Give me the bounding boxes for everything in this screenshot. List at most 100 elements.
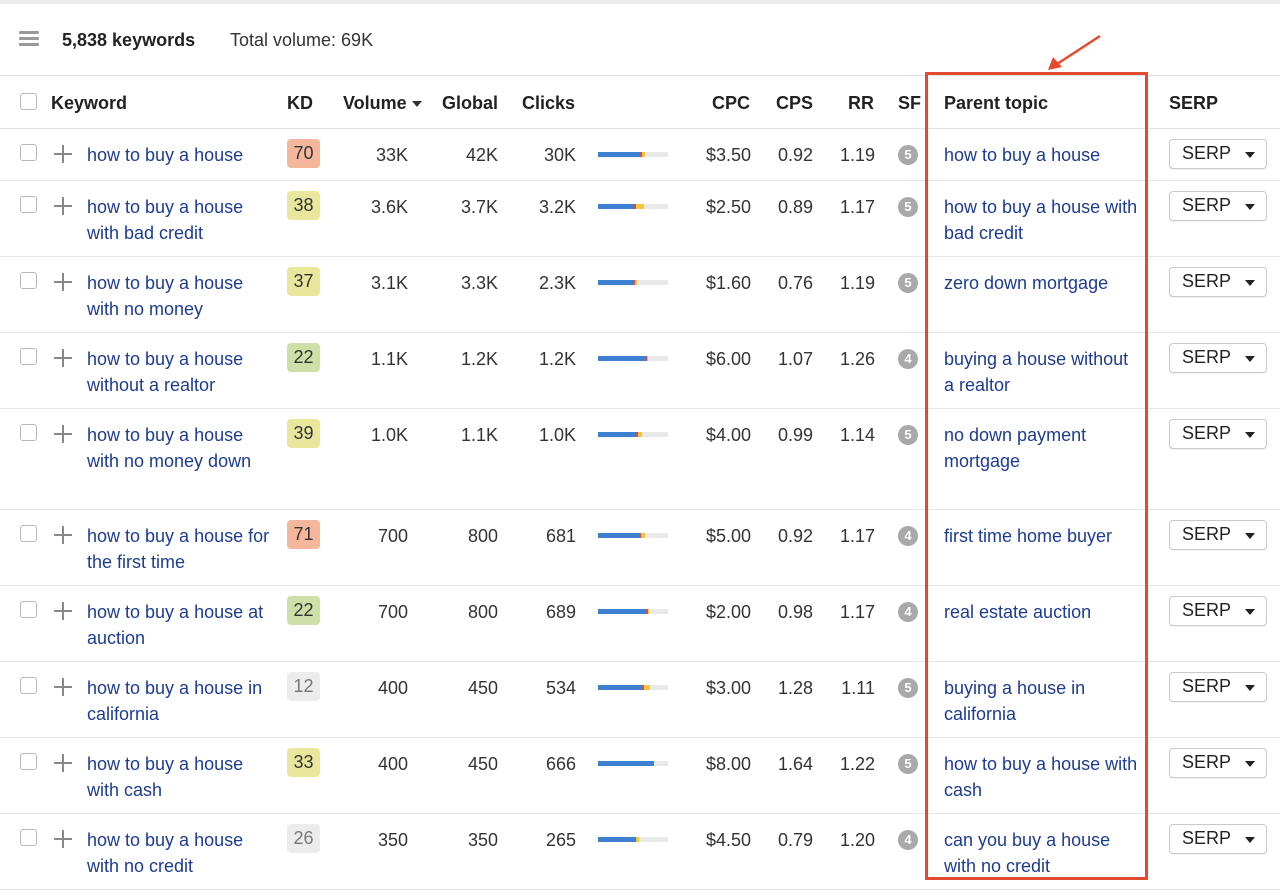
keyword-link[interactable]: how to buy a house with no credit	[87, 828, 272, 879]
plus-icon[interactable]	[54, 273, 72, 291]
plus-icon[interactable]	[54, 754, 72, 772]
serp-dropdown-button[interactable]: SERP	[1169, 748, 1267, 778]
plus-icon[interactable]	[54, 425, 72, 443]
serp-button-label: SERP	[1182, 828, 1232, 848]
serp-features-badge[interactable]: 5	[898, 273, 918, 293]
column-kd[interactable]: KD	[287, 93, 313, 114]
serp-features-badge[interactable]: 4	[898, 602, 918, 622]
column-global[interactable]: Global	[442, 93, 498, 114]
organic-clicks-segment	[598, 609, 646, 614]
serp-button-label: SERP	[1182, 676, 1232, 696]
serp-features-badge[interactable]: 5	[898, 754, 918, 774]
clicks-distribution-bar	[598, 761, 668, 766]
parent-topic-link[interactable]: buying a house without a realtor	[944, 347, 1139, 398]
rr-value: 1.20	[839, 830, 875, 850]
plus-icon[interactable]	[54, 197, 72, 215]
row-checkbox[interactable]	[20, 753, 37, 770]
keyword-link[interactable]: how to buy a house for the first time	[87, 524, 272, 575]
organic-clicks-segment	[598, 432, 636, 437]
serp-dropdown-button[interactable]: SERP	[1169, 139, 1267, 169]
plus-icon[interactable]	[54, 145, 72, 163]
row-checkbox[interactable]	[20, 196, 37, 213]
keyword-link[interactable]: how to buy a house with no money	[87, 271, 272, 322]
plus-icon[interactable]	[54, 526, 72, 544]
clicks-value: 689	[545, 602, 576, 622]
column-parent-topic[interactable]: Parent topic	[944, 93, 1048, 114]
keyword-link[interactable]: how to buy a house with no money down	[87, 423, 272, 474]
serp-features-badge[interactable]: 4	[898, 349, 918, 369]
serp-features-badge[interactable]: 4	[898, 526, 918, 546]
serp-features-badge[interactable]: 4	[898, 830, 918, 850]
clicks-value: 1.2K	[538, 349, 576, 369]
column-cps[interactable]: CPS	[776, 93, 813, 114]
parent-topic-link[interactable]: can you buy a house with no credit	[944, 828, 1139, 879]
select-all-checkbox[interactable]	[20, 93, 37, 110]
serp-dropdown-button[interactable]: SERP	[1169, 419, 1267, 449]
column-clicks[interactable]: Clicks	[522, 93, 575, 114]
column-volume[interactable]: Volume	[343, 93, 422, 114]
column-rr[interactable]: RR	[848, 93, 874, 114]
serp-dropdown-button[interactable]: SERP	[1169, 267, 1267, 297]
parent-topic-link[interactable]: how to buy a house with cash	[944, 752, 1139, 803]
keyword-link[interactable]: how to buy a house without a realtor	[87, 347, 272, 398]
column-sf[interactable]: SF	[898, 93, 921, 114]
serp-dropdown-button[interactable]: SERP	[1169, 191, 1267, 221]
global-value: 1.1K	[460, 425, 498, 445]
serp-button-label: SERP	[1182, 752, 1232, 772]
volume-value: 700	[377, 526, 408, 546]
parent-topic-link[interactable]: no down payment mortgage	[944, 423, 1139, 474]
table-row: how to buy a house with cash 33 400 450 666 $…	[0, 737, 1280, 814]
keyword-link[interactable]: how to buy a house in california	[87, 676, 272, 727]
global-value: 450	[467, 754, 498, 774]
parent-topic-link[interactable]: first time home buyer	[944, 524, 1139, 550]
rr-value: 1.14	[839, 425, 875, 445]
column-keyword[interactable]: Keyword	[51, 93, 127, 114]
keyword-link[interactable]: how to buy a house	[87, 143, 272, 169]
table-row: how to buy a house with no money down 39 1…	[0, 408, 1280, 510]
serp-button-label: SERP	[1182, 347, 1232, 367]
parent-topic-link[interactable]: how to buy a house with bad credit	[944, 195, 1139, 246]
row-checkbox[interactable]	[20, 601, 37, 618]
serp-dropdown-button[interactable]: SERP	[1169, 520, 1267, 550]
serp-features-badge[interactable]: 5	[898, 197, 918, 217]
row-checkbox[interactable]	[20, 829, 37, 846]
row-checkbox[interactable]	[20, 348, 37, 365]
parent-topic-link[interactable]: buying a house in california	[944, 676, 1139, 727]
cps-value: 0.92	[777, 145, 813, 165]
caret-down-icon	[1245, 761, 1255, 767]
kd-badge: 22	[287, 343, 320, 372]
serp-dropdown-button[interactable]: SERP	[1169, 672, 1267, 702]
plus-icon[interactable]	[54, 349, 72, 367]
organic-clicks-segment	[598, 533, 640, 538]
plus-icon[interactable]	[54, 830, 72, 848]
plus-icon[interactable]	[54, 678, 72, 696]
hamburger-icon[interactable]	[19, 31, 39, 47]
serp-dropdown-button[interactable]: SERP	[1169, 596, 1267, 626]
serp-features-badge[interactable]: 5	[898, 145, 918, 165]
keyword-link[interactable]: how to buy a house with bad credit	[87, 195, 272, 246]
parent-topic-link[interactable]: zero down mortgage	[944, 271, 1139, 297]
column-cpc[interactable]: CPC	[712, 93, 750, 114]
table-header: Keyword KD Volume Global Clicks CPC CPS …	[0, 75, 1280, 129]
row-checkbox[interactable]	[20, 677, 37, 694]
serp-features-badge[interactable]: 5	[898, 425, 918, 445]
keyword-link[interactable]: how to buy a house with cash	[87, 752, 272, 803]
row-checkbox[interactable]	[20, 424, 37, 441]
kd-badge: 22	[287, 596, 320, 625]
keyword-count: 5,838 keywords	[62, 30, 196, 50]
serp-dropdown-button[interactable]: SERP	[1169, 824, 1267, 854]
cpc-value: $1.60	[705, 273, 751, 293]
serp-features-badge[interactable]: 5	[898, 678, 918, 698]
row-checkbox[interactable]	[20, 272, 37, 289]
parent-topic-link[interactable]: how to buy a house	[944, 143, 1139, 169]
row-checkbox[interactable]	[20, 525, 37, 542]
kd-badge: 38	[287, 191, 320, 220]
serp-dropdown-button[interactable]: SERP	[1169, 343, 1267, 373]
parent-topic-link[interactable]: real estate auction	[944, 600, 1139, 626]
sort-down-icon	[411, 101, 422, 108]
plus-icon[interactable]	[54, 602, 72, 620]
table-row: how to buy a house at auction 22 700 800 689…	[0, 585, 1280, 662]
keyword-link[interactable]: how to buy a house at auction	[87, 600, 272, 651]
clicks-distribution-bar	[598, 204, 668, 209]
row-checkbox[interactable]	[20, 144, 37, 161]
